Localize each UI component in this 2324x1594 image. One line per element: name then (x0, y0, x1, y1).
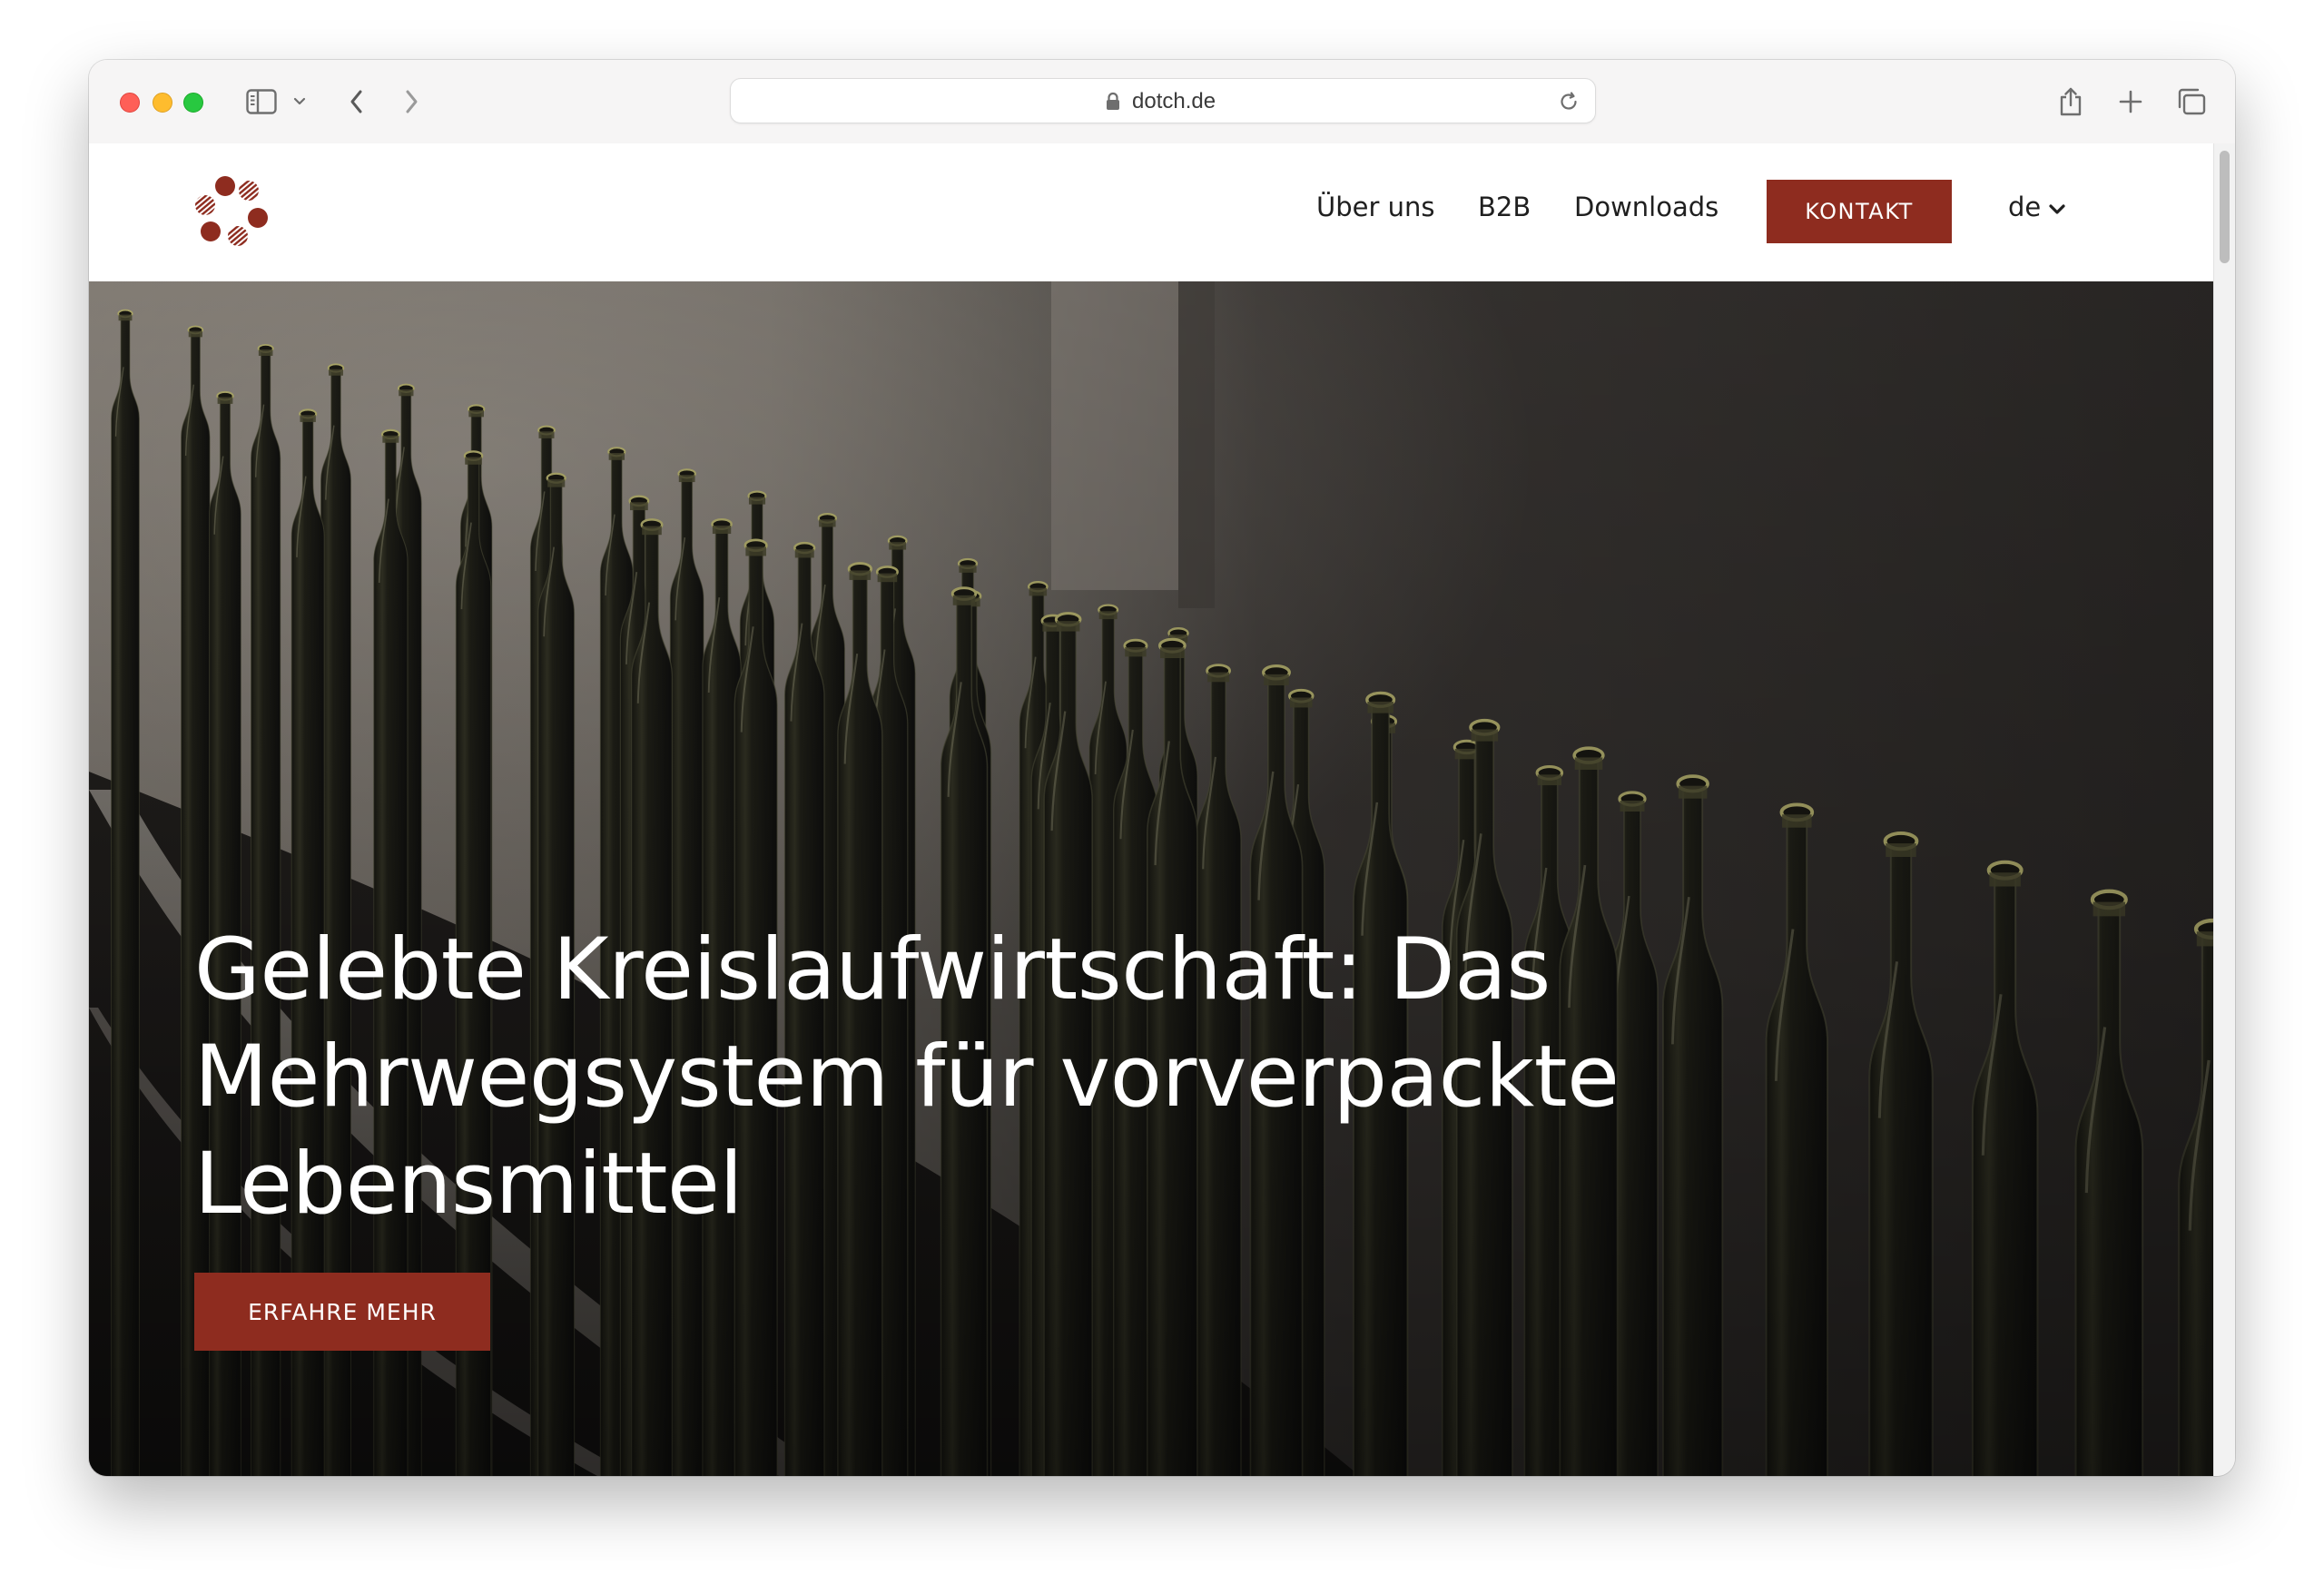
sidebar-icon[interactable] (243, 84, 280, 120)
hero-section: Gelebte Kreislaufwirtschaft: Das Mehrweg… (89, 281, 2213, 1476)
close-window-button[interactable] (120, 93, 140, 113)
plus-icon[interactable] (2115, 84, 2146, 120)
language-selector[interactable]: de (2008, 189, 2066, 225)
hero-title: Gelebte Kreislaufwirtschaft: Das Mehrweg… (194, 917, 1810, 1238)
chevron-right-icon[interactable] (398, 84, 425, 120)
url-text: dotch.de (1132, 89, 1216, 113)
chevron-down-icon[interactable] (290, 84, 309, 120)
page-scrollbar[interactable] (2213, 143, 2235, 1476)
nav-link-ueber-uns[interactable]: Über uns (1316, 189, 1435, 225)
zoom-window-button[interactable] (183, 93, 203, 113)
lock-icon (1105, 92, 1121, 115)
address-bar[interactable]: dotch.de (730, 78, 1596, 123)
hero-title-line: Gelebte Kreislaufwirtschaft: Das (194, 920, 1551, 1019)
hero-title-line: Mehrwegsystem für vorverpackte (194, 1028, 1620, 1127)
language-label: de (2008, 192, 2042, 222)
chevron-left-icon[interactable] (343, 84, 370, 120)
dotch-logo[interactable] (192, 174, 271, 252)
scrollbar-thumb[interactable] (2220, 151, 2230, 263)
hero-title-line: Lebensmittel (194, 1135, 743, 1234)
site-header: Über uns B2B Downloads KONTAKT de (89, 143, 2213, 281)
browser-window: dotch.de Über uns B2B Downloads KONTAKT … (89, 60, 2235, 1476)
minimize-window-button[interactable] (153, 93, 172, 113)
chevron-down-icon (2048, 189, 2066, 225)
nav-link-downloads[interactable]: Downloads (1574, 189, 1718, 225)
share-icon[interactable] (2055, 84, 2086, 120)
contact-button[interactable]: KONTAKT (1767, 180, 1952, 243)
nav-link-b2b[interactable]: B2B (1478, 189, 1531, 225)
tabs-overview-icon[interactable] (2173, 84, 2210, 120)
browser-toolbar: dotch.de (89, 60, 2235, 144)
learn-more-button[interactable]: ERFAHRE MEHR (194, 1273, 490, 1351)
reload-icon[interactable] (1557, 90, 1581, 117)
